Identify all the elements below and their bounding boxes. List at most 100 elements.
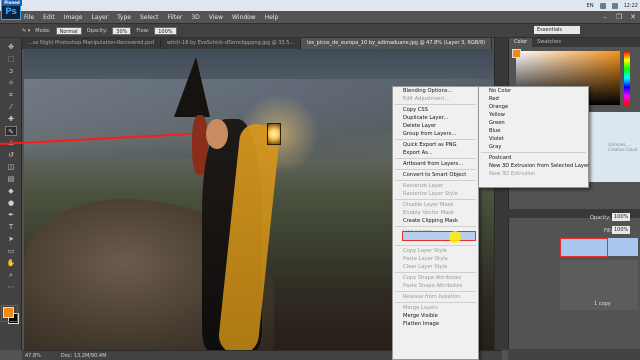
doc-tab[interactable]: ...os Night Photoshop Manipulation-Recov… — [22, 38, 161, 49]
shape-tool-icon[interactable]: ▭ — [5, 246, 17, 256]
doc-tab-active[interactable]: los_picos_de_europa_10 by_adimaduane.jpg… — [301, 38, 492, 49]
menu-item-export-as[interactable]: Export As... — [393, 149, 478, 157]
menu-separator — [481, 152, 586, 153]
create-clipping-mask-highlight — [402, 231, 476, 241]
menu-item-green[interactable]: Green — [479, 119, 588, 127]
menu-item-disable-layer-mask: Disable Layer Mask — [403, 202, 454, 208]
menu-layer[interactable]: Layer — [91, 14, 108, 21]
eyedropper-tool-icon[interactable]: ⁄ — [5, 102, 17, 112]
menu-item-orange[interactable]: Orange — [479, 103, 588, 111]
menu-item-postcard[interactable]: Postcard — [479, 154, 588, 162]
menu-separator — [395, 139, 476, 140]
cursor-highlight — [449, 231, 461, 243]
tab-color[interactable]: Color — [509, 38, 533, 47]
hand-tool-icon[interactable]: ✋ — [5, 258, 17, 268]
eraser-tool-icon[interactable]: ◫ — [5, 162, 17, 172]
menu-item-merge-visible[interactable]: Merge Visible — [393, 312, 478, 320]
menu-separator — [395, 272, 476, 273]
menu-item-create-clipping-mask[interactable]: Create Clipping Mask — [393, 217, 478, 225]
menu-window[interactable]: Window — [232, 14, 256, 21]
network-icon[interactable] — [599, 2, 606, 9]
volume-icon[interactable] — [611, 2, 618, 9]
menu-edit[interactable]: Edit — [43, 14, 55, 21]
minimize-icon[interactable]: – — [598, 11, 612, 23]
menu-item-paste-layer-style: Paste Layer Style — [403, 256, 448, 262]
document-tabs: ...os Night Photoshop Manipulation-Recov… — [22, 38, 492, 49]
panel-foreground-swatch[interactable] — [512, 49, 521, 58]
opacity-label: Opacity: — [86, 27, 108, 34]
menu-3d[interactable]: 3D — [191, 14, 199, 21]
pen-tool-icon[interactable]: ✒ — [5, 210, 17, 220]
history-brush-tool-icon[interactable]: ↺ — [5, 150, 17, 160]
menu-item-group-from-layers[interactable]: Group from Layers... — [393, 130, 478, 138]
menu-item-duplicate-layer[interactable]: Duplicate Layer... — [393, 114, 478, 122]
gradient-tool-icon[interactable]: ▤ — [5, 174, 17, 184]
menu-bar: File Edit Image Layer Type Select Filter… — [0, 11, 640, 23]
menu-item-copy-css[interactable]: Copy CSS — [393, 106, 478, 114]
mode-select[interactable]: Normal — [55, 26, 82, 35]
menu-item-release-from-isolation: Release from Isolation — [403, 294, 461, 300]
restore-icon[interactable]: ❐ — [612, 11, 626, 23]
menu-item-flatten-image[interactable]: Flatten Image — [393, 320, 478, 328]
flow-field[interactable]: 100% — [154, 26, 177, 35]
menu-item-no-color[interactable]: No Color — [479, 87, 588, 95]
menu-item-gray[interactable]: Gray — [479, 143, 588, 151]
menu-item-blending-options[interactable]: Blending Options... — [393, 87, 478, 95]
menu-item-red[interactable]: Red — [479, 95, 588, 103]
windows-taskbar: EN 12:22 — [0, 0, 640, 11]
path-select-tool-icon[interactable]: ➤ — [5, 234, 17, 244]
witch-hat — [174, 57, 210, 117]
marquee-tool-icon[interactable]: ⬚ — [5, 54, 17, 64]
close-icon[interactable]: ✕ — [626, 11, 640, 23]
blur-tool-icon[interactable]: ◆ — [5, 186, 17, 196]
menu-item-merge-layers: Merge Layers — [403, 305, 439, 311]
menu-item-quick-export-as-png[interactable]: Quick Export as PNG — [393, 141, 478, 149]
clock[interactable]: 12:22 — [624, 3, 638, 9]
logo-text: Ps — [5, 7, 17, 17]
menu-image[interactable]: Image — [64, 14, 83, 21]
healing-tool-icon[interactable]: ✚ — [5, 114, 17, 124]
menu-file[interactable]: File — [24, 14, 34, 21]
zoom-level[interactable]: 47.8% — [25, 353, 41, 359]
zoom-tool-icon[interactable]: ⌕ — [5, 270, 17, 280]
layer-opacity-field[interactable]: 100% — [612, 213, 630, 221]
move-tool-icon[interactable]: ✥ — [5, 42, 17, 52]
type-tool-icon[interactable]: T — [5, 222, 17, 232]
lasso-tool-icon[interactable]: ↄ — [5, 66, 17, 76]
menu-item-delete-layer[interactable]: Delete Layer — [393, 122, 478, 130]
witch-face — [206, 119, 228, 149]
menu-item-violet[interactable]: Violet — [479, 135, 588, 143]
doc-tab[interactable]: witch-18 by EveSchick-d5kmcbpppng.jpg @ … — [161, 38, 302, 49]
menu-item-artboard-from-layers[interactable]: Artboard from Layers... — [393, 160, 478, 168]
menu-separator — [395, 180, 476, 181]
menu-type[interactable]: Type — [117, 14, 131, 21]
tab-swatches[interactable]: Swatches — [532, 38, 566, 47]
menu-item-new-3d-extrusion-from-selected-layer[interactable]: New 3D Extrusion from Selected Layer — [479, 162, 589, 170]
layer-context-menu: Blending Options... Edit Adjustment... Cop… — [392, 86, 479, 360]
mode-label: Mode: — [35, 27, 51, 34]
menu-item-convert-to-smart-object[interactable]: Convert to Smart Object — [393, 171, 478, 179]
menu-help[interactable]: Help — [265, 14, 279, 21]
language-indicator[interactable]: EN — [587, 3, 594, 9]
doc-size[interactable]: Doc: 13.2M/90.4M — [61, 353, 107, 359]
menu-item-yellow[interactable]: Yellow — [479, 111, 588, 119]
photoshop-logo[interactable]: Pinned Ps — [1, 0, 22, 20]
menu-view[interactable]: View — [209, 14, 223, 21]
pinned-badge: Pinned — [2, 0, 22, 6]
menu-item-copy-shape-attributes: Copy Shape Attributes — [403, 275, 462, 281]
opacity-field[interactable]: 30% — [112, 26, 132, 35]
brush-preset-icon[interactable]: ✎ ▾ — [22, 28, 30, 34]
quick-select-tool-icon[interactable]: ✧ — [5, 78, 17, 88]
layer-fill-field[interactable]: 100% — [612, 226, 630, 234]
more-tools-icon[interactable]: ⋯ — [5, 282, 17, 292]
selected-layer-highlight — [560, 238, 608, 257]
hue-slider[interactable] — [624, 51, 630, 105]
workspace-select[interactable]: Essentials — [534, 26, 580, 34]
crop-tool-icon[interactable]: ⌗ — [5, 90, 17, 100]
dodge-tool-icon[interactable]: ● — [5, 198, 17, 208]
menu-select[interactable]: Select — [140, 14, 159, 21]
layer-copy-name[interactable]: 1 copy — [594, 301, 611, 307]
brush-tool-icon[interactable]: ✎ — [5, 126, 17, 136]
menu-item-blue[interactable]: Blue — [479, 127, 588, 135]
menu-filter[interactable]: Filter — [168, 14, 183, 21]
